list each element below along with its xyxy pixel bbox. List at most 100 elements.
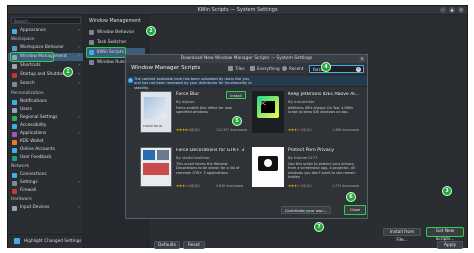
rating-value: (6/10) (190, 184, 200, 188)
card-author: By thomer1277 (288, 155, 318, 160)
dialog-close-button[interactable]: Close (344, 205, 366, 215)
card-title: Force Decorations for GTK+ 3 (176, 148, 245, 153)
pycharm-logo-mark: PC (261, 101, 275, 113)
cloud-icon (12, 147, 17, 153)
category-dropdown[interactable]: Everything (257, 66, 280, 71)
rating-stars: ★★★☆☆ (288, 128, 303, 132)
rating-value: (5/10) (302, 128, 312, 132)
rating-value: (8/10) (190, 128, 200, 132)
sidebar-search-input[interactable]: Search... (11, 17, 81, 24)
script-thumbnail: FORCE BLUR (140, 91, 172, 133)
sidebar-item-input-devices[interactable]: Input Devices › (8, 204, 83, 212)
dialog-search-input[interactable]: force ✕ (309, 65, 364, 73)
list-item-task-switcher[interactable]: Task Switcher (87, 38, 145, 47)
highlight-changes-icon[interactable] (14, 238, 20, 244)
sidebar-item-label: Input Devices (20, 205, 50, 210)
clear-search-icon[interactable]: ✕ (356, 66, 361, 72)
feedback-icon (12, 155, 17, 161)
view-mode-label[interactable]: Tiles (235, 66, 245, 71)
sidebar-item-label: Regional Settings (20, 115, 58, 120)
script-card[interactable]: Force Decorations for GTK+ 3 By stelkche… (140, 147, 248, 197)
chevron-right-icon: › (78, 81, 80, 86)
contribute-button[interactable]: Contribute your own... (281, 206, 331, 214)
panel-title: Window Management (89, 19, 142, 24)
install-button[interactable]: Install (226, 91, 246, 99)
script-card[interactable]: FORCE BLUR Force Blur By esjeon Force-en… (140, 91, 248, 141)
apply-button[interactable]: Apply (437, 241, 463, 249)
palette-icon (12, 28, 17, 34)
card-author: By mouwlcker (288, 99, 315, 104)
sidebar-item-network-settings[interactable]: Settings › (8, 179, 83, 187)
reset-button[interactable]: Reset (183, 241, 205, 249)
get-new-scripts-button[interactable]: Get New Scripts... (426, 227, 464, 242)
keyboard-icon (12, 63, 17, 69)
sidebar-item-user-feedback[interactable]: User Feedback (8, 154, 83, 162)
tiles-view-icon[interactable] (228, 66, 233, 71)
rating-value: (5/10) (302, 184, 312, 188)
info-banner: i The content available here has been up… (126, 76, 367, 90)
sidebar-item-label: Firewall (20, 188, 37, 193)
wallet-icon (12, 139, 17, 145)
thumbnail-window (143, 150, 155, 160)
sidebar-item-label: Applications (20, 131, 47, 136)
script-thumbnail (140, 147, 172, 187)
defaults-button[interactable]: Defaults (154, 241, 180, 249)
info-icon: i (128, 78, 133, 83)
title-bar[interactable]: KWin Scripts — System Settings – ▲ ✕ (8, 6, 467, 15)
script-thumbnail: PC (252, 91, 284, 133)
sidebar-section-hardware: Hardware (11, 197, 32, 202)
script-card[interactable]: Protect Porn Privacy By thomer1277 Use t… (252, 147, 364, 197)
sort-icon[interactable] (282, 66, 287, 71)
maximize-icon[interactable]: ▲ (449, 7, 455, 13)
camera-icon (258, 156, 278, 171)
sidebar-item-label: User Feedback (20, 155, 52, 160)
sidebar-item-connections[interactable]: Connections (8, 171, 83, 179)
sidebar-item-regional-settings[interactable]: Regional Settings › (8, 114, 83, 122)
install-from-file-button[interactable]: Install from File... (383, 228, 421, 243)
list-item-window-behavior[interactable]: Window Behavior (87, 28, 145, 37)
card-description: Force-enable blur effect for user specif… (176, 106, 233, 115)
firewall-icon (12, 188, 17, 194)
sidebar-item-online-accounts[interactable]: Online Accounts (8, 146, 83, 154)
search-icon (12, 81, 17, 87)
chevron-right-icon: › (78, 115, 80, 120)
close-icon[interactable]: ✕ (458, 7, 464, 13)
sidebar-item-kde-wallet[interactable]: KDE Wallet (8, 138, 83, 146)
rules-icon (89, 60, 94, 65)
sidebar-item-accessibility[interactable]: Accessibility (8, 122, 83, 130)
highlight-changes-label[interactable]: Highlight Changed Settings (24, 238, 81, 243)
thumbnail-caption: FORCE BLUR (143, 124, 162, 128)
sidebar-item-notifications[interactable]: Notifications (8, 98, 83, 106)
rating-stars: ★★★★☆ (176, 128, 191, 132)
sidebar-item-search[interactable]: Search › (8, 80, 83, 88)
pycharm-logo-icon: PC (257, 96, 279, 118)
rating-stars: ★★★☆☆ (176, 184, 191, 188)
sort-dropdown[interactable]: Recent (289, 66, 303, 71)
thumbnail-window (157, 150, 169, 160)
step-badge: 4 (321, 62, 331, 72)
minimize-icon[interactable]: – (440, 7, 446, 13)
sidebar-item-users[interactable]: Users (8, 106, 83, 114)
sidebar-item-applications[interactable]: Applications › (8, 130, 83, 138)
card-description: JetBrains IDEs Always On Top: a KWin scr… (288, 106, 354, 115)
dialog-close-icon[interactable]: ✕ (359, 56, 365, 62)
window-icon (89, 30, 94, 35)
kwin-scripts-highlight (86, 47, 126, 58)
sidebar-item-workspace-behavior[interactable]: Workspace Behavior › (8, 44, 83, 52)
sidebar-item-label: Startup and Shutdown (20, 72, 69, 77)
sidebar-item-label: Settings (20, 180, 38, 185)
sidebar-item-label: Workspace Behavior (20, 45, 64, 50)
sidebar-item-appearance[interactable]: Appearance › (8, 27, 83, 35)
download-count: 1,486 downloads (332, 128, 360, 132)
sidebar-item-label: Appearance (20, 28, 46, 33)
sidebar-item-label: Users (20, 107, 33, 112)
sidebar-item-label: Accessibility (20, 123, 47, 128)
chevron-right-icon: › (78, 131, 80, 136)
sidebar-item-firewall[interactable]: Firewall (8, 187, 83, 195)
chevron-right-icon: › (78, 205, 80, 210)
script-card[interactable]: PC Keep JetBrains IDEs Above Al... By mo… (252, 91, 364, 141)
card-author: By stelkcheollmer (176, 155, 210, 160)
mouse-icon (12, 205, 17, 211)
sidebar-item-label: Notifications (20, 99, 47, 104)
filter-icon[interactable] (250, 66, 255, 71)
